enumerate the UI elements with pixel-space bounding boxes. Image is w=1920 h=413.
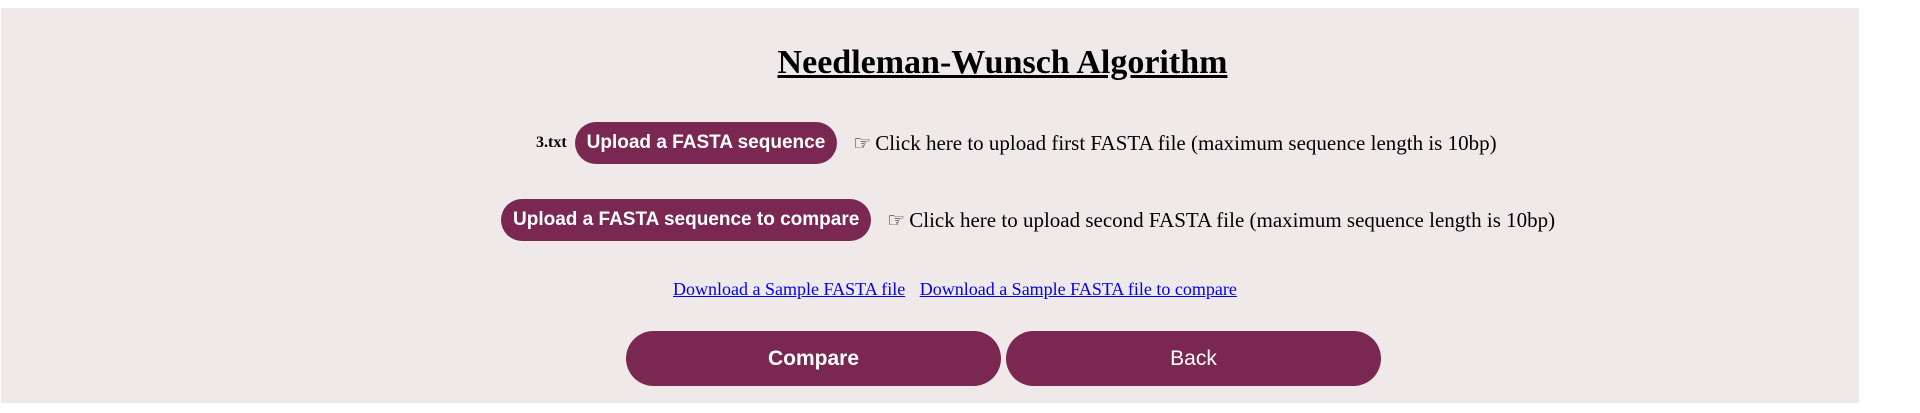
- upload-first-hint: ☜ Click here to upload first FASTA file …: [853, 131, 1496, 156]
- page-title: Needleman-Wunsch Algorithm: [777, 44, 1228, 81]
- main-panel: Needleman-Wunsch Algorithm 3.txt Upload …: [1, 8, 1859, 403]
- upload-second-row: Upload a FASTA sequence to compare ☜ Cli…: [501, 199, 1555, 241]
- sample-links: Download a Sample FASTA file Download a …: [673, 279, 1237, 300]
- pointing-hand-icon: ☜: [887, 208, 906, 232]
- download-sample-link[interactable]: Download a Sample FASTA file: [673, 279, 905, 299]
- upload-second-hint: ☜ Click here to upload second FASTA file…: [887, 208, 1555, 233]
- download-sample-compare-link[interactable]: Download a Sample FASTA file to compare: [920, 279, 1237, 299]
- selected-file-name: 3.txt: [536, 134, 567, 151]
- upload-fasta-compare-button[interactable]: Upload a FASTA sequence to compare: [501, 199, 872, 241]
- upload-second-hint-text: Click here to upload second FASTA file (…: [909, 207, 1556, 232]
- upload-first-hint-text: Click here to upload first FASTA file (m…: [875, 130, 1497, 155]
- back-button[interactable]: Back: [1006, 331, 1381, 386]
- compare-button[interactable]: Compare: [626, 331, 1001, 386]
- upload-first-row: 3.txt Upload a FASTA sequence ☜ Click he…: [536, 122, 1497, 164]
- upload-fasta-button[interactable]: Upload a FASTA sequence: [574, 122, 838, 164]
- pointing-hand-icon: ☜: [853, 131, 872, 155]
